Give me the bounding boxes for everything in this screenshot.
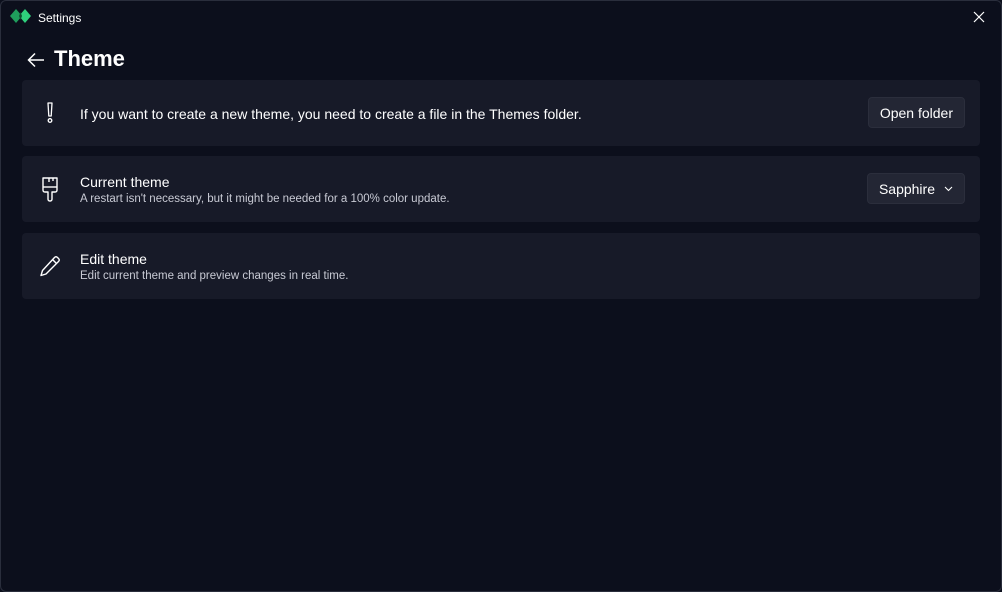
theme-select-dropdown[interactable]: Sapphire [866,173,965,204]
page-title: Theme [54,46,125,71]
app-logo-icon [10,8,32,24]
paintbrush-icon [37,176,63,202]
themes-folder-info-card: If you want to create a new theme, you n… [22,80,980,146]
title-bar: Settings [1,1,1001,33]
edit-theme-title: Edit theme [80,251,147,267]
open-folder-button[interactable]: Open folder [867,97,965,128]
back-arrow-icon [27,52,44,68]
window-title: Settings [38,11,82,25]
close-button[interactable] [965,5,993,29]
edit-theme-card[interactable]: Edit theme Edit current theme and previe… [22,233,980,299]
exclamation-icon [37,100,63,126]
current-theme-card: Current theme A restart isn't necessary,… [22,156,980,222]
chevron-down-icon [944,186,953,192]
edit-theme-description: Edit current theme and preview changes i… [80,270,349,282]
pencil-icon [37,253,63,279]
current-theme-title: Current theme [80,174,170,190]
back-button[interactable] [23,47,49,73]
theme-select-value: Sapphire [878,180,935,197]
open-folder-label: Open folder [879,104,953,121]
settings-window: Settings Theme If you want to create a n… [0,0,1002,592]
current-theme-description: A restart isn't necessary, but it might … [80,193,450,205]
close-icon [973,11,985,23]
info-text: If you want to create a new theme, you n… [80,106,582,122]
